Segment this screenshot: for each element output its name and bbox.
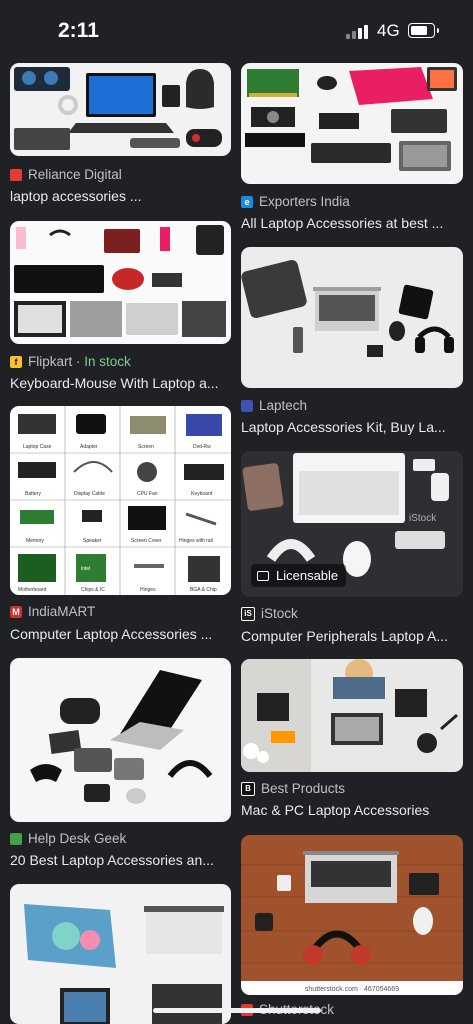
flipkart-favicon-icon: f <box>10 355 22 368</box>
indiamart-favicon-icon: M <box>10 605 22 618</box>
result-card[interactable]: B Best Products Mac & PC Laptop Accessor… <box>241 659 463 821</box>
battery-icon <box>408 23 439 38</box>
result-source: Reliance Digital <box>10 167 122 182</box>
result-title[interactable]: All Laptop Accessories at best ... <box>241 215 463 231</box>
result-title[interactable]: Keyboard-Mouse With Laptop a... <box>10 375 231 391</box>
catalog-label: Speaker <box>83 538 102 544</box>
laptech-favicon-icon <box>241 399 253 412</box>
istock-watermark: iStock <box>409 513 437 524</box>
licensable-badge: Licensable <box>251 564 347 587</box>
result-thumbnail[interactable]: intel Laptop Case Adapter Screen Dvd-Rw … <box>10 406 231 595</box>
result-source: B Best Products <box>241 781 345 796</box>
source-name: Help Desk Geek <box>28 831 127 846</box>
stock-status: In stock <box>84 354 131 369</box>
wooden-desk-image: shutterstock.com · 467054669 <box>241 835 463 995</box>
result-thumbnail[interactable] <box>10 63 231 156</box>
laptop-skin-image <box>10 884 231 1024</box>
accessories-image <box>241 63 463 184</box>
catalog-label: Chips & IC <box>81 587 105 593</box>
catalog-label: Keyboard <box>191 491 213 497</box>
result-source: f Flipkart · In stock <box>10 354 131 369</box>
accessories-image <box>10 221 231 344</box>
catalog-label: Motherboard <box>18 587 47 593</box>
catalog-label: CPU Fan <box>137 491 158 497</box>
help-desk-geek-favicon-icon <box>10 832 22 845</box>
result-card[interactable]: iStock Licensable iS iStock Computer Per… <box>241 451 463 646</box>
result-source: Help Desk Geek <box>10 831 126 846</box>
source-name: Laptech <box>259 398 308 413</box>
result-title[interactable]: Mac & PC Laptop Accessories <box>241 802 463 818</box>
catalog-label: Laptop Case <box>23 444 52 450</box>
result-source: iS iStock <box>241 606 298 621</box>
catalog-label: Display Cable <box>74 491 105 497</box>
source-name: Exporters India <box>259 194 350 209</box>
result-source: M IndiaMART <box>10 604 95 619</box>
accessories-image <box>10 658 231 822</box>
catalog-label: Memory <box>26 538 45 544</box>
desk-image <box>241 659 463 772</box>
result-title[interactable]: Laptop Accessories Kit, Buy La... <box>241 419 463 435</box>
result-source: Laptech <box>241 398 307 413</box>
result-card[interactable]: e Exporters India All Laptop Accessories… <box>241 63 463 235</box>
catalog-label: Dvd-Rw <box>193 444 211 450</box>
result-title[interactable]: Computer Peripherals Laptop A... <box>241 628 463 644</box>
result-card[interactable]: Reliance Digital laptop accessories ... <box>10 63 231 213</box>
result-thumbnail[interactable] <box>241 63 463 184</box>
reliance-digital-favicon-icon <box>10 168 22 181</box>
catalog-label: Battery <box>25 491 41 497</box>
home-indicator[interactable] <box>153 1008 321 1013</box>
best-products-favicon-icon: B <box>241 781 255 796</box>
result-source: e Exporters India <box>241 194 350 209</box>
status-time: 2:11 <box>58 19 99 42</box>
chip-label: intel <box>81 566 90 572</box>
catalog-label: Hinges with rail <box>179 538 213 544</box>
exporters-india-favicon-icon: e <box>241 195 253 208</box>
result-card[interactable]: shutterstock.com · 467054669 Shutterstoc… <box>241 835 463 1024</box>
result-thumbnail[interactable] <box>10 221 231 344</box>
istock-favicon-icon: iS <box>241 606 255 621</box>
source-name: Reliance Digital <box>28 167 122 182</box>
source-name: Best Products <box>261 781 346 796</box>
accessories-image <box>241 247 463 388</box>
result-thumbnail[interactable]: shutterstock.com · 467054669 <box>241 835 463 995</box>
source-name: iStock <box>261 606 298 621</box>
result-card[interactable]: Help Desk Geek 20 Best Laptop Accessorie… <box>10 658 231 872</box>
catalog-label: Screen Cover <box>131 538 162 544</box>
parts-catalog-image: intel Laptop Case Adapter Screen Dvd-Rw … <box>10 406 231 595</box>
result-title[interactable]: 20 Best Laptop Accessories an... <box>10 852 231 868</box>
catalog-label: Screen <box>138 444 154 450</box>
result-thumbnail[interactable] <box>241 659 463 772</box>
catalog-label: Hinges <box>140 587 156 593</box>
source-name: IndiaMART <box>28 604 96 619</box>
network-type: 4G <box>377 21 400 40</box>
result-card[interactable]: intel Laptop Case Adapter Screen Dvd-Rw … <box>10 406 231 646</box>
signal-icon <box>346 25 370 39</box>
image-icon <box>257 570 269 581</box>
catalog-label: BGA & Chip <box>190 587 217 593</box>
source-name: Flipkart <box>28 354 73 369</box>
catalog-label: Adapter <box>80 444 98 450</box>
result-card[interactable]: f Flipkart · In stock Keyboard-Mouse Wit… <box>10 221 231 396</box>
result-thumbnail[interactable] <box>10 658 231 822</box>
result-title[interactable]: Computer Laptop Accessories ... <box>10 626 231 642</box>
result-title[interactable]: laptop accessories ... <box>10 188 231 204</box>
result-thumbnail[interactable] <box>10 884 231 1024</box>
result-card[interactable] <box>10 884 231 1024</box>
status-bar: 2:11 4G <box>0 0 473 58</box>
shutterstock-watermark: shutterstock.com · 467054669 <box>305 986 399 993</box>
accessories-image <box>10 63 231 156</box>
result-card[interactable]: Laptech Laptop Accessories Kit, Buy La..… <box>241 247 463 437</box>
result-thumbnail[interactable] <box>241 247 463 388</box>
result-thumbnail[interactable]: iStock Licensable <box>241 451 463 597</box>
